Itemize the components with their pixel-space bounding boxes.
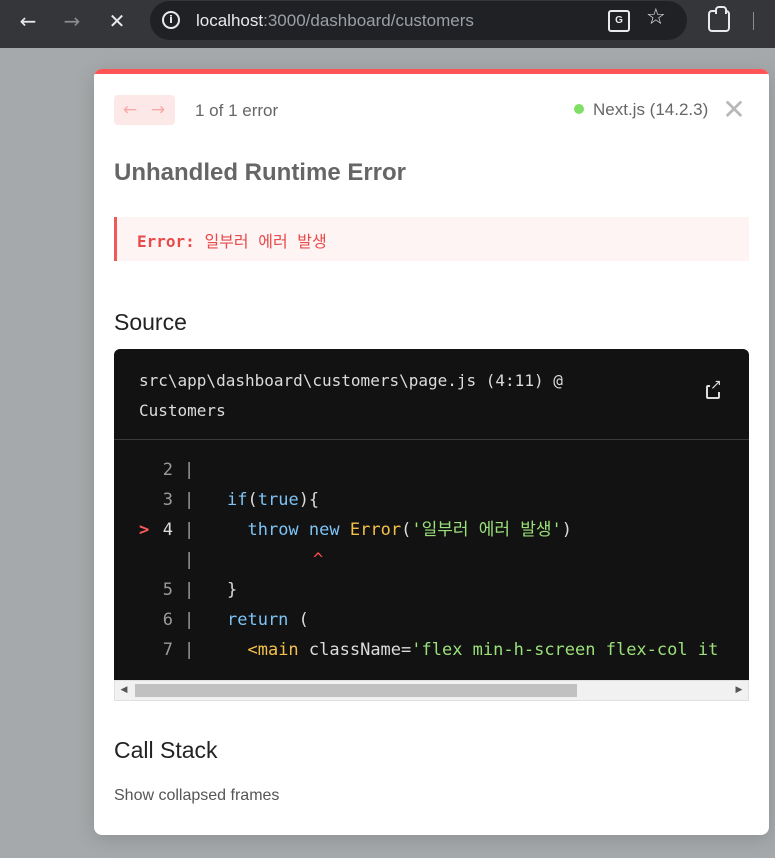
code-text: throw new Error('일부러 에러 발생')	[227, 515, 572, 545]
error-count: 1 of 1 error	[195, 101, 279, 120]
source-heading: Source	[114, 309, 187, 335]
code-line: 5 |}	[114, 575, 749, 605]
open-in-editor-icon[interactable]	[706, 378, 722, 399]
code-token: Error	[349, 520, 402, 540]
line-number: 5	[162, 580, 173, 600]
call-stack-heading: Call Stack	[114, 737, 218, 763]
extensions-icon[interactable]	[708, 6, 730, 32]
code-token: 'flex min-h-screen flex-col it	[411, 640, 719, 660]
horizontal-scrollbar[interactable]: ◀ ▶	[114, 680, 749, 701]
code-line: >4 | throw new Error('일부러 에러 발생')	[114, 515, 749, 545]
error-pagination: ← →	[114, 95, 175, 125]
code-text: return (	[227, 605, 309, 635]
gutter-bar: |	[184, 550, 195, 570]
close-icon[interactable]: ✕	[722, 95, 746, 125]
code-token: <main	[247, 640, 299, 660]
scroll-left-icon[interactable]: ◀	[118, 683, 130, 698]
source-file-link[interactable]: src\app\dashboard\customers\page.js (4:1…	[139, 366, 659, 426]
code-text: }	[227, 575, 237, 605]
prev-error-icon[interactable]: ←	[118, 98, 142, 122]
code-token: (	[401, 520, 412, 540]
scroll-right-icon[interactable]: ▶	[733, 683, 745, 698]
code-token: '일부러 에러 발생'	[411, 520, 562, 540]
stop-loading-icon[interactable]: ✕	[101, 8, 133, 34]
code-snippet: 2 | 3 | if(true){>4 | throw new Error('일부러 에러…	[114, 455, 749, 665]
error-accent-bar	[94, 69, 769, 74]
gutter-bar: |	[184, 580, 195, 600]
code-line: | ^	[114, 545, 749, 575]
error-overlay-dialog: ← → 1 of 1 error Next.js (14.2.3) ✕ Unha…	[94, 69, 769, 835]
code-line: 6 | return (	[114, 605, 749, 635]
error-title: Unhandled Runtime Error	[114, 159, 407, 186]
line-number: 6	[162, 610, 173, 630]
gutter-bar: |	[184, 460, 195, 480]
gutter-bar: |	[184, 640, 195, 660]
line-number: 3	[162, 490, 173, 510]
error-message: Error: 일부러 에러 발생	[137, 232, 327, 251]
address-bar[interactable]: i localhost:3000/dashboard/customers G ☆	[150, 1, 687, 40]
code-token: return	[227, 610, 289, 630]
forward-icon[interactable]: →	[56, 8, 88, 34]
gutter-bar: |	[184, 610, 195, 630]
site-info-icon[interactable]: i	[162, 11, 180, 29]
error-message-box: Error: 일부러 에러 발생	[114, 217, 749, 261]
back-icon[interactable]: ←	[12, 8, 44, 34]
error-caret: ^	[313, 550, 324, 570]
line-number: 7	[162, 640, 173, 660]
code-divider	[114, 439, 749, 440]
code-text: if(true){	[227, 485, 319, 515]
code-token: ){	[298, 490, 320, 510]
line-number: 2	[162, 460, 173, 480]
code-token: throw	[247, 520, 299, 540]
code-text: <main className='flex min-h-screen flex-…	[227, 635, 718, 665]
nextjs-version: Next.js (14.2.3)	[574, 100, 708, 120]
code-token: (	[288, 610, 309, 630]
code-token: }	[227, 580, 238, 600]
show-collapsed-frames-button[interactable]: Show collapsed frames	[114, 787, 279, 805]
code-token: )	[561, 520, 572, 540]
code-token: true	[257, 490, 299, 510]
code-token: className=	[298, 640, 412, 660]
line-number: 4	[162, 520, 173, 540]
code-token: (	[247, 490, 258, 510]
gutter-bar: |	[184, 490, 195, 510]
code-line: 3 | if(true){	[114, 485, 749, 515]
code-token: new	[308, 520, 340, 540]
gutter-bar: |	[184, 520, 195, 540]
next-error-icon[interactable]: →	[146, 98, 170, 122]
source-code-frame: src\app\dashboard\customers\page.js (4:1…	[114, 349, 749, 700]
url-text[interactable]: localhost:3000/dashboard/customers	[196, 11, 474, 31]
code-token: if	[227, 490, 248, 510]
toolbar-divider	[753, 12, 754, 30]
translate-icon[interactable]: G	[608, 10, 630, 32]
code-line: 2 |	[114, 455, 749, 485]
status-dot-icon	[574, 104, 584, 114]
bookmark-star-icon[interactable]: ☆	[646, 5, 666, 30]
scrollbar-thumb[interactable]	[135, 684, 577, 697]
code-line: 7 | <main className='flex min-h-screen fl…	[114, 635, 749, 665]
browser-toolbar: ← → ✕ i localhost:3000/dashboard/custome…	[0, 0, 775, 48]
